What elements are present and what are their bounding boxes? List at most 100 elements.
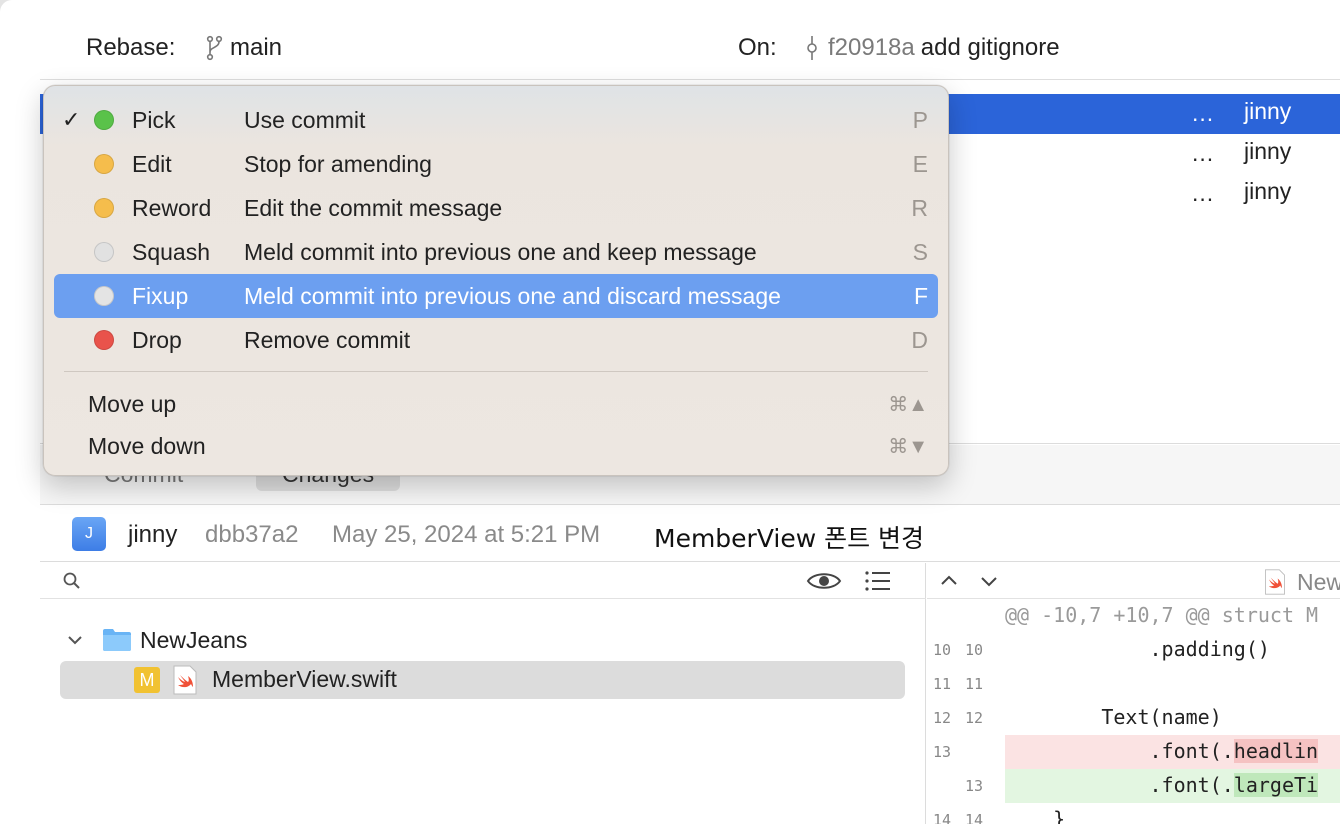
commit-date: May 25, 2024 at 5:21 PM — [332, 521, 601, 548]
diff-pane: New @@ -10,7 +10,7 @@ struct M 10 10 .pa… — [927, 563, 1340, 824]
diff-line-deleted: 13 .font(.headlin — [927, 735, 1340, 769]
new-line-number: 10 — [965, 641, 984, 659]
menu-item-shortcut: R — [911, 195, 928, 221]
menu-item-shortcut: F — [913, 283, 928, 309]
diff-line: 10 10 .padding() — [927, 633, 1340, 667]
new-line-number: 11 — [965, 675, 984, 693]
old-line-number: 11 — [933, 675, 952, 693]
menu-item-description: Use commit — [244, 107, 366, 133]
changed-files-pane: NewJeans M MemberView.swift — [40, 563, 926, 824]
menu-item-reword[interactable]: Reword Edit the commit message R — [54, 186, 938, 230]
diff-line: 11 11 — [927, 667, 1340, 701]
diff-highlight-deleted: headlin — [1233, 739, 1319, 763]
status-dot — [94, 154, 114, 174]
checkmark-icon: ✓ — [62, 107, 81, 132]
menu-item-edit[interactable]: Edit Stop for amending E — [54, 142, 938, 186]
menu-item-shortcut: E — [912, 151, 928, 177]
menu-item-label: Edit — [132, 151, 172, 177]
swift-file-icon — [1265, 569, 1285, 595]
tree-file-row[interactable]: M MemberView.swift — [60, 661, 905, 699]
diff-code: .font(.largeTi — [1005, 773, 1319, 797]
rebase-branch[interactable]: main — [204, 34, 282, 62]
menu-item-shortcut: ⌘▼ — [888, 436, 928, 458]
commit-row-ellipsis: ... — [1192, 100, 1215, 126]
commit-row-author: jinny — [1244, 178, 1292, 204]
menu-item-description: Edit the commit message — [244, 195, 503, 221]
menu-item-label: Squash — [132, 239, 211, 265]
status-dot — [94, 198, 114, 218]
diff-code: } — [1005, 807, 1066, 824]
diff-code: .font(.headlin — [1005, 739, 1319, 763]
rebase-action-menu: ✓ Pick Use commit P Edit Stop for amendi… — [43, 85, 949, 476]
menu-item-description: Stop for amending — [244, 151, 432, 177]
chevron-up-icon[interactable] — [939, 571, 959, 591]
commit-sha[interactable]: dbb37a2 — [205, 521, 298, 549]
menu-item-description: Meld commit into previous one and discar… — [244, 283, 781, 309]
file-filter-toolbar — [40, 563, 926, 599]
new-line-number: 12 — [965, 709, 984, 727]
tree-folder-row[interactable]: NewJeans — [40, 623, 926, 659]
menu-item-label: Move up — [88, 391, 177, 417]
branch-icon — [206, 35, 223, 61]
menu-item-drop[interactable]: Drop Remove commit D — [54, 318, 938, 362]
menu-item-description: Meld commit into previous one and keep m… — [244, 239, 757, 265]
commit-message: MemberView 폰트 변경 — [654, 524, 925, 553]
menu-item-move-up[interactable]: Move up ⌘▲ — [54, 382, 938, 426]
eye-icon[interactable] — [806, 569, 842, 593]
menu-item-fixup[interactable]: Fixup Meld commit into previous one and … — [54, 274, 938, 318]
search-icon[interactable] — [62, 571, 82, 591]
menu-item-shortcut: S — [912, 239, 928, 265]
diff-highlight-added: largeTi — [1233, 773, 1319, 797]
on-commit-sha: f20918a — [828, 34, 915, 61]
menu-item-label: Fixup — [132, 283, 189, 309]
commit-info-bar: J jinny dbb37a2 May 25, 2024 at 5:21 PM … — [40, 506, 1340, 562]
diff-code: @@ -10,7 +10,7 @@ struct M — [1005, 603, 1319, 627]
new-line-number: 14 — [965, 811, 984, 824]
status-dot — [94, 286, 114, 306]
menu-item-pick[interactable]: ✓ Pick Use commit P — [54, 98, 938, 142]
diff-line-added: 13 .font(.largeTi — [927, 769, 1340, 803]
commit-row-ellipsis: ... — [1192, 180, 1215, 206]
chevron-down-icon[interactable] — [66, 631, 84, 649]
rebase-header: Rebase: main On: f20918a add gitignore — [40, 0, 1340, 80]
diff-code: .padding() — [1005, 637, 1270, 661]
diff-file-name: New — [1297, 569, 1340, 595]
diff-code-text: .font(. — [1005, 739, 1234, 763]
diff-code: Text(name) — [1005, 705, 1222, 729]
rebase-label: Rebase: — [86, 34, 176, 61]
menu-item-shortcut: D — [911, 327, 928, 353]
diff-toolbar: New — [927, 563, 1340, 599]
menu-item-move-down[interactable]: Move down ⌘▼ — [54, 424, 938, 468]
diff-hunk-header: @@ -10,7 +10,7 @@ struct M — [927, 599, 1340, 633]
menu-item-label: Move down — [88, 433, 206, 459]
new-line-number: 13 — [965, 777, 984, 795]
menu-item-description: Remove commit — [244, 327, 411, 353]
old-line-number: 10 — [933, 641, 952, 659]
swift-file-icon — [173, 665, 197, 695]
on-commit[interactable]: f20918a add gitignore — [802, 34, 1060, 62]
on-commit-message: add gitignore — [920, 34, 1060, 61]
menu-item-label: Drop — [132, 327, 182, 353]
chevron-down-icon[interactable] — [979, 571, 999, 591]
folder-icon — [103, 629, 131, 651]
commit-row-ellipsis: ... — [1192, 140, 1215, 166]
old-line-number: 14 — [933, 811, 952, 824]
branch-name: main — [230, 34, 283, 61]
commit-icon — [807, 36, 817, 60]
diff-code-text: .font(. — [1005, 773, 1234, 797]
on-label: On: — [738, 34, 777, 61]
old-line-number: 12 — [933, 709, 952, 727]
diff-line: 12 12 Text(name) — [927, 701, 1340, 735]
file-name: MemberView.swift — [212, 666, 397, 692]
menu-item-label: Reword — [132, 195, 212, 221]
menu-separator — [64, 371, 928, 372]
list-icon[interactable] — [864, 569, 892, 593]
status-dot — [94, 330, 114, 350]
menu-item-shortcut: P — [912, 107, 928, 133]
old-line-number: 13 — [933, 743, 952, 761]
modified-badge: M — [134, 667, 160, 693]
menu-item-label: Pick — [132, 107, 176, 133]
menu-item-squash[interactable]: Squash Meld commit into previous one and… — [54, 230, 938, 274]
avatar: J — [72, 517, 106, 551]
menu-item-shortcut: ⌘▲ — [888, 394, 928, 416]
